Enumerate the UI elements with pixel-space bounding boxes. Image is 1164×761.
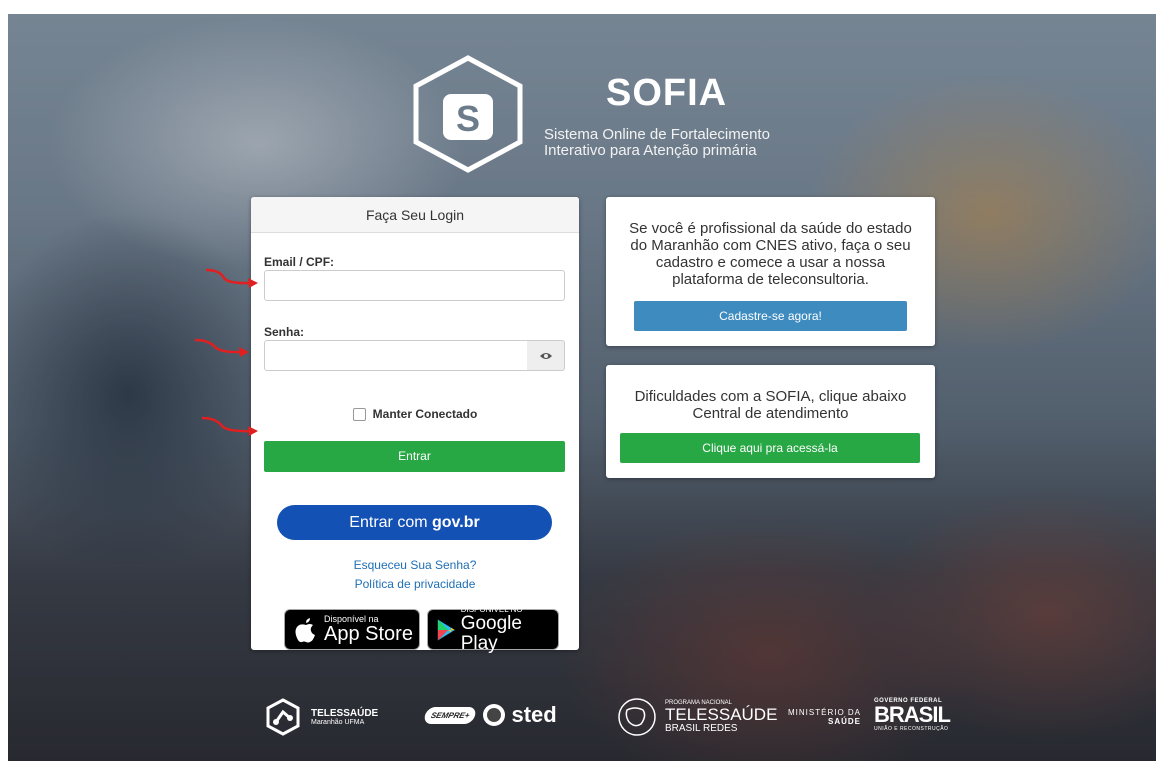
show-password-button[interactable] — [527, 340, 565, 371]
remember-row: Manter Conectado — [251, 407, 579, 421]
sofia-logo-icon: S — [413, 55, 523, 173]
support-text-line2: Central de atendimento — [692, 405, 849, 422]
forgot-password-link[interactable]: Esqueceu Sua Senha? — [251, 558, 579, 572]
semprec-sted-logo: SEMPRE+ sted — [422, 702, 557, 728]
email-input[interactable] — [264, 270, 565, 301]
programa-sub: BRASIL REDES — [665, 723, 738, 734]
eye-icon — [539, 352, 552, 359]
programa-title: TELESSAÚDE — [665, 705, 778, 724]
sted-seal-icon — [483, 704, 506, 726]
ministerio-saude-logo: MINISTÉRIO DA SAÚDE — [788, 708, 861, 726]
logo-letter: S — [456, 98, 480, 139]
app-store-badge[interactable]: Disponível na App Store — [284, 609, 420, 650]
signup-text-line1: Se você é profissional da saúde do estad… — [629, 220, 912, 237]
arrow-icon — [194, 338, 249, 357]
app-store-big: App Store — [324, 623, 413, 645]
telessaude-brasil-redes-logo: PROGRAMA NACIONAL TELESSAÚDE BRASIL REDE… — [613, 696, 777, 738]
google-play-badge[interactable]: DISPONÍVEL NO Google Play — [427, 605, 559, 654]
background: S SOFIA Sistema Online de Fortalecimento… — [8, 14, 1156, 761]
signup-text: Se você é profissional da saúde do estad… — [606, 220, 935, 288]
login-button[interactable]: Entrar — [264, 441, 565, 472]
signup-text-line3: cadastro e comece a usar a nossa — [655, 254, 886, 271]
brasil-sub: UNIÃO E RECONSTRUÇÃO — [874, 726, 949, 732]
email-label: Email / CPF: — [264, 255, 335, 269]
brasil-globe-icon — [618, 698, 656, 736]
sted-label: sted — [511, 702, 557, 727]
signup-card: Se você é profissional da saúde do estad… — [606, 197, 935, 346]
telessaude-sub: Maranhão UFMA — [311, 719, 365, 726]
google-play-big: Google Play — [460, 613, 522, 654]
app-subtitle: Sistema Online de Fortalecimento Interat… — [544, 127, 824, 159]
telessaude-maranhao-logo: TELESSAÚDE Maranhão UFMA — [265, 698, 378, 736]
support-text: Dificuldades com a SOFIA, clique abaixo … — [606, 388, 935, 422]
login-header: Faça Seu Login — [251, 197, 579, 233]
login-panel: Faça Seu Login Email / CPF: Senha: Mante… — [251, 197, 579, 654]
arrow-icon — [201, 416, 258, 436]
app-subtitle-line2: Interativo para Atenção primária — [544, 142, 757, 159]
remember-label[interactable]: Manter Conectado — [373, 407, 478, 421]
signup-button[interactable]: Cadastre-se agora! — [634, 301, 907, 331]
apple-icon — [295, 617, 315, 642]
govbr-label-brand: gov.br — [431, 514, 480, 531]
govbr-label-prefix: Entrar com — [349, 514, 432, 531]
password-label: Senha: — [264, 325, 305, 339]
ministerio-line1: MINISTÉRIO DA — [788, 708, 862, 717]
app-title: SOFIA — [606, 72, 728, 114]
support-card: Dificuldades com a SOFIA, clique abaixo … — [606, 365, 935, 478]
govbr-login-button[interactable]: Entrar com gov.br — [277, 505, 552, 540]
semprec-label: SEMPRE+ — [422, 706, 478, 724]
remember-checkbox[interactable] — [352, 407, 366, 421]
arrow-icon — [205, 268, 258, 288]
google-play-icon — [437, 619, 455, 640]
support-text-line1: Dificuldades com a SOFIA, clique abaixo — [634, 388, 907, 405]
privacy-policy-link[interactable]: Política de privacidade — [251, 577, 579, 591]
brasil-label: BRASIL — [874, 702, 951, 727]
signup-text-line2: do Maranhão com CNES ativo, faça o seu — [630, 237, 911, 254]
telessaude-title: TELESSAÚDE — [311, 708, 379, 719]
password-input[interactable] — [264, 340, 528, 371]
app-subtitle-line1: Sistema Online de Fortalecimento — [544, 126, 770, 143]
signup-text-line4: plataforma de teleconsultoria. — [672, 271, 869, 288]
governo-federal-brasil-logo: GOVERNO FEDERAL BRASIL UNIÃO E RECONSTRU… — [874, 698, 951, 732]
support-button[interactable]: Clique aqui pra acessá-la — [620, 433, 920, 463]
telessaude-hex-icon — [266, 698, 300, 736]
ministerio-line2: SAÚDE — [828, 717, 862, 726]
